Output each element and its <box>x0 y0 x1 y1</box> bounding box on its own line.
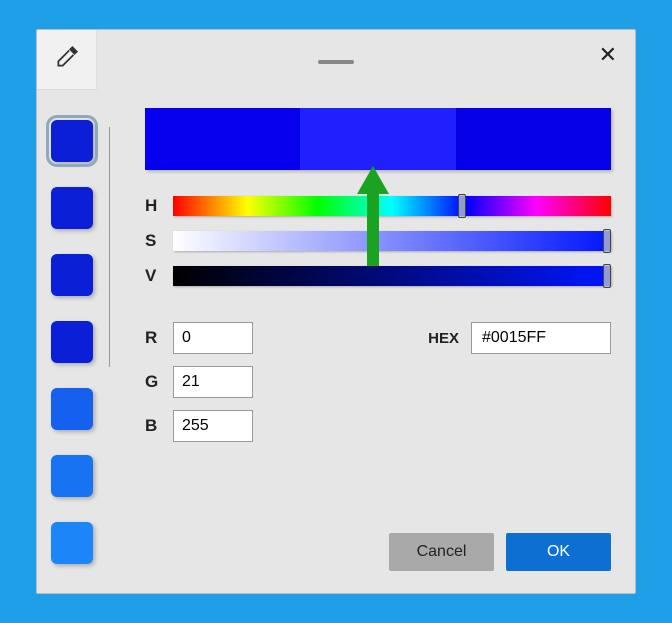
green-input[interactable] <box>173 366 253 398</box>
green-label: G <box>145 372 173 392</box>
green-row: G <box>145 366 611 398</box>
titlebar: ✕ <box>37 30 635 90</box>
swatch-5[interactable] <box>51 455 93 497</box>
value-slider[interactable] <box>173 266 611 286</box>
value-row: V <box>145 264 611 287</box>
ok-button[interactable]: OK <box>506 533 611 571</box>
saturation-slider[interactable] <box>173 231 611 251</box>
preview-left <box>145 108 300 170</box>
numeric-inputs: R G B HEX <box>145 322 611 442</box>
saturation-row: S <box>145 229 611 252</box>
hex-row: HEX <box>428 322 611 354</box>
separator <box>109 127 110 367</box>
blue-label: B <box>145 416 173 436</box>
swatch-2[interactable] <box>51 254 93 296</box>
hue-thumb[interactable] <box>458 194 466 218</box>
red-input[interactable] <box>173 322 253 354</box>
swatch-4[interactable] <box>51 388 93 430</box>
main-panel: H S V R G <box>145 108 611 454</box>
swatch-list <box>51 120 101 589</box>
blue-input[interactable] <box>173 410 253 442</box>
saturation-label: S <box>145 231 173 251</box>
value-label: V <box>145 266 173 286</box>
button-bar: Cancel OK <box>389 533 611 571</box>
swatch-1[interactable] <box>51 187 93 229</box>
eyedropper-button[interactable] <box>37 30 97 90</box>
swatch-3[interactable] <box>51 321 93 363</box>
blue-row: B <box>145 410 611 442</box>
hue-row: H <box>145 194 611 217</box>
value-thumb[interactable] <box>603 264 611 288</box>
hue-slider[interactable] <box>173 196 611 216</box>
cancel-button[interactable]: Cancel <box>389 533 494 571</box>
color-preview <box>145 108 611 170</box>
preview-mid <box>300 108 455 170</box>
saturation-thumb[interactable] <box>603 229 611 253</box>
close-icon: ✕ <box>599 42 617 67</box>
swatch-0[interactable] <box>51 120 93 162</box>
preview-right <box>456 108 611 170</box>
close-button[interactable]: ✕ <box>599 44 617 66</box>
hue-label: H <box>145 196 173 216</box>
red-label: R <box>145 328 173 348</box>
color-dialog: ✕ H S V <box>36 29 636 594</box>
hex-input[interactable] <box>471 322 611 354</box>
eyedropper-icon <box>54 44 80 75</box>
swatch-6[interactable] <box>51 522 93 564</box>
drag-handle[interactable] <box>318 60 354 64</box>
hex-label: HEX <box>428 330 459 347</box>
